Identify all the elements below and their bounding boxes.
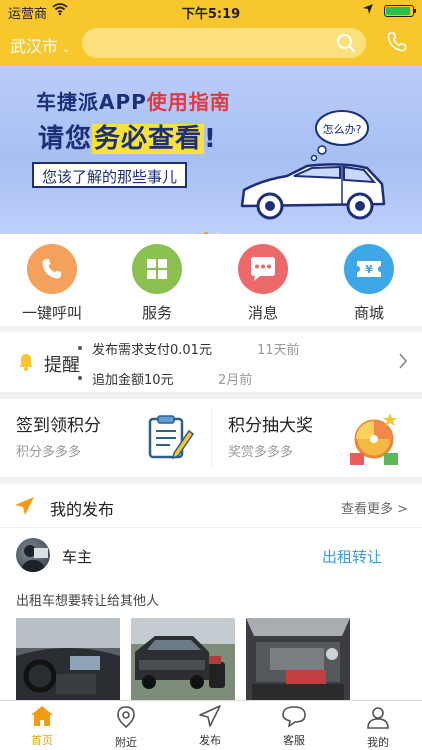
tab-publish[interactable]: 发布: [168, 705, 252, 748]
svg-text:¥: ¥: [365, 263, 373, 276]
reminder-time-2: 2月前: [218, 373, 253, 388]
prize-wheel-icon: [350, 413, 398, 465]
tab-publish-label: 发布: [199, 734, 221, 747]
points-section: 签到领积分 积分多多多 积分抽大奖 奖赏多多多: [0, 399, 422, 477]
chat-icon: [238, 244, 288, 294]
reminder-title: 提醒: [44, 355, 80, 376]
banner-exclaim: !: [204, 124, 217, 154]
lottery-title: 积分抽大奖: [228, 416, 313, 436]
tab-support[interactable]: 客服: [252, 705, 336, 748]
lottery-subtitle: 奖赏多多多: [228, 445, 294, 460]
top-header: 运营商 下午5:19 武汉市 ⌄: [0, 0, 422, 66]
city-label: 武汉市: [10, 37, 59, 56]
bubble-text: 怎么办?: [323, 122, 362, 136]
user-icon: [367, 707, 389, 729]
quick-call-button[interactable]: 一键呼叫: [12, 244, 92, 323]
post-category-tag[interactable]: 出租转让: [322, 546, 382, 567]
quick-message-button[interactable]: 消息: [223, 244, 303, 323]
bell-icon: [19, 354, 33, 371]
grid-icon: [132, 244, 182, 294]
home-icon: [31, 706, 53, 726]
post-description: 出租车想要转让给其他人: [16, 594, 160, 609]
reminder-panel[interactable]: 提醒 发布需求支付0.01元 11天前 追加金额10元 2月前: [0, 332, 422, 392]
quick-service-label: 服务: [141, 304, 172, 322]
chevron-right-icon[interactable]: [398, 352, 408, 370]
banner-please-text: 请您: [38, 124, 93, 154]
city-selector[interactable]: 武汉市 ⌄: [10, 33, 70, 57]
clock: 下午5:19: [181, 7, 241, 22]
tab-mine[interactable]: 我的: [336, 705, 420, 750]
quick-message-label: 消息: [247, 304, 278, 322]
banner-guide-text: 使用指南: [146, 90, 231, 114]
car-illustration: 怎么办?: [240, 110, 386, 220]
post-photo-engine[interactable]: [246, 618, 350, 700]
tab-nearby-label: 附近: [115, 736, 137, 749]
banner-highlight-text: 务必查看: [92, 124, 205, 154]
tab-home-label: 首页: [31, 734, 53, 747]
post-photo-exterior[interactable]: [131, 618, 235, 700]
avatar: [16, 538, 50, 572]
search-input[interactable]: [82, 28, 366, 58]
banner-line-2: 请您务必查看!: [38, 118, 217, 155]
tab-mine-label: 我的: [367, 736, 389, 749]
reminder-item-1[interactable]: 发布需求支付0.01元: [78, 339, 212, 358]
tab-nearby[interactable]: 附近: [84, 705, 168, 750]
phone-icon[interactable]: [386, 31, 408, 53]
quick-service-button[interactable]: 服务: [117, 244, 197, 323]
post-username: 车主: [62, 548, 93, 566]
location-arrow-icon: [363, 4, 373, 14]
message-icon: [282, 706, 306, 728]
banner-app-name: 车捷派APP: [36, 90, 147, 114]
reminder-item-2[interactable]: 追加金额10元: [78, 369, 174, 388]
banner-pager[interactable]: [200, 223, 224, 234]
location-icon: [117, 706, 135, 729]
ticket-icon: ¥: [344, 244, 394, 294]
tab-home[interactable]: 首页: [0, 705, 84, 748]
banner-tagline: 您该了解的那些事儿: [32, 162, 188, 188]
tab-support-label: 客服: [283, 734, 305, 747]
my-publish-header: 我的发布 查看更多 >: [0, 484, 422, 528]
my-publish-title: 我的发布: [50, 500, 115, 519]
battery-icon: [384, 5, 416, 17]
post-photo-interior[interactable]: [16, 618, 120, 700]
quick-mall-label: 商城: [353, 304, 384, 322]
card-divider: [211, 409, 212, 467]
banner-line-1: 车捷派APP使用指南: [36, 86, 231, 115]
clipboard-icon: [148, 415, 194, 460]
reminder-time-1: 11天前: [257, 343, 300, 358]
phone-icon: [27, 244, 77, 294]
status-bar: 运营商 下午5:19: [0, 0, 422, 22]
search-icon[interactable]: [336, 33, 356, 53]
quick-actions: 一键呼叫 服务 消息 ¥ 商城: [0, 234, 422, 326]
send-icon: [199, 705, 221, 727]
quick-call-label: 一键呼叫: [21, 304, 82, 322]
chevron-down-icon: ⌄: [62, 44, 71, 55]
checkin-subtitle: 积分多多多: [16, 445, 82, 460]
send-icon: [15, 497, 34, 515]
bottom-tab-bar: 首页 附近 发布 客服 我的: [0, 700, 422, 750]
checkin-title: 签到领积分: [16, 416, 101, 436]
view-more-link[interactable]: 查看更多 >: [341, 498, 408, 517]
guide-banner[interactable]: 车捷派APP使用指南 请您务必查看! 您该了解的那些事儿 怎么办?: [0, 66, 422, 234]
publish-post-card[interactable]: 车主 出租转让 出租车想要转让给其他人: [0, 528, 422, 700]
quick-mall-button[interactable]: ¥ 商城: [329, 244, 409, 323]
